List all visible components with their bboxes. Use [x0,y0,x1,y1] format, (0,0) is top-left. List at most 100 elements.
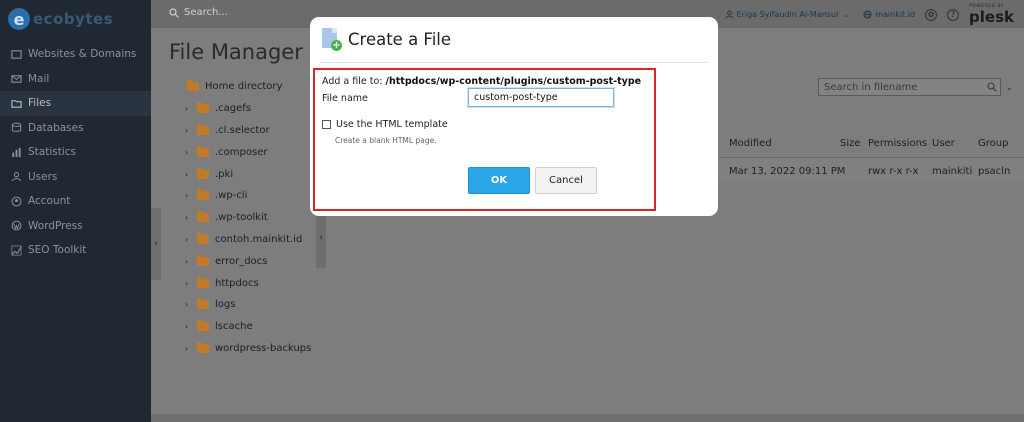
cell-modified: Mar 13, 2022 09:11 PM [729,166,846,177]
chevron-down-icon[interactable]: ⌄ [1006,83,1013,92]
folder-icon [197,298,209,310]
tree-item[interactable]: › wordpress-backups [175,338,350,360]
sidebar-item-label: WordPress [28,219,83,232]
global-search-placeholder: Search... [184,7,228,18]
user-icon [724,10,734,19]
dialog-title: Create a File [348,30,452,49]
sidebar-item-users[interactable]: Users [0,165,151,190]
folder-icon [197,276,209,288]
global-search[interactable]: Search... [169,7,228,18]
sidebar-item-label: Websites & Domains [28,48,137,61]
tree-item[interactable]: › logs [175,294,350,316]
sidebar-item-websites[interactable]: Websites & Domains [0,42,151,67]
chevron-down-icon: ⌄ [843,10,850,19]
file-search-input[interactable]: Search in filename [818,78,1001,96]
sidebar-item-label: Users [28,170,58,183]
chevron-right-icon[interactable]: › [185,322,197,331]
logo-mark: e [8,8,30,30]
tree-collapse-handle[interactable]: ‹ [316,208,326,268]
logo-text: ecobytes [33,10,114,28]
folder-icon [197,320,209,332]
folder-icon [197,102,209,114]
tree-item-label: .cagefs [215,103,252,115]
sidebar-item-files[interactable]: Files [0,91,151,116]
sidebar-item-label: Files [28,97,52,110]
user-icon [10,171,22,183]
tree-item-label: logs [215,299,236,311]
sidebar-item-databases[interactable]: Databases [0,116,151,141]
top-right-controls: Eriga Syifaudin Al-Mansur ⌄ mainkit.id ⚙… [724,4,1014,25]
chevron-right-icon[interactable]: › [185,344,197,353]
cell-user: mainkiti [932,166,973,177]
file-name-label: File name [322,93,368,104]
support-icon[interactable]: ⚙ [925,8,938,21]
folder-icon [197,189,209,201]
wordpress-icon [10,220,22,232]
search-icon [169,7,179,18]
sidebar-item-mail[interactable]: Mail [0,67,151,92]
cancel-button[interactable]: Cancel [535,167,597,194]
column-header-modified[interactable]: Modified [729,138,772,149]
user-name: Eriga Syifaudin Al-Mansur [736,10,840,20]
site-selector[interactable]: mainkit.id [863,10,915,19]
database-icon [10,122,22,134]
folder-icon [197,232,209,244]
dialog-header: + Create a File [310,17,718,62]
sidebar-item-label: SEO Toolkit [28,244,87,257]
account-icon [10,195,22,207]
html-template-hint: Create a blank HTML page. [335,136,437,145]
sidebar-item-wordpress[interactable]: WordPress [0,214,151,239]
file-search-placeholder: Search in filename [824,81,918,93]
folder-icon [187,80,199,92]
chevron-right-icon[interactable]: › [185,104,197,113]
chevron-right-icon[interactable]: › [185,191,197,200]
folder-icon [10,97,22,109]
search-icon[interactable] [987,82,997,92]
column-header-size[interactable]: Size [840,138,861,149]
tree-item-label: contoh.mainkit.id [215,233,303,245]
chevron-right-icon[interactable]: › [185,170,197,179]
sidebar-collapse-handle[interactable]: ‹ [151,208,161,280]
tree-item[interactable]: › httpdocs [175,272,350,294]
sidebar-item-label: Databases [28,121,84,134]
html-template-option[interactable]: Use the HTML template [322,119,448,130]
tree-item-label: Home directory [205,81,283,93]
globe-icon [863,10,872,19]
chevron-right-icon[interactable]: › [185,126,197,135]
tree-item-label: .wp-cli [215,190,248,202]
cell-group: psacln [978,166,1011,177]
seo-icon [10,244,22,256]
column-header-group[interactable]: Group [978,138,1008,149]
sidebar-item-seo-toolkit[interactable]: SEO Toolkit [0,238,151,263]
folder-icon [197,254,209,266]
chevron-right-icon[interactable]: › [185,148,197,157]
chevron-right-icon[interactable]: › [185,300,197,309]
sidebar-item-statistics[interactable]: Statistics [0,140,151,165]
page-title: File Manager [169,40,303,64]
file-name-input[interactable] [468,88,614,107]
chart-icon [10,146,22,158]
mail-icon [10,73,22,85]
column-header-permissions[interactable]: Permissions [868,138,927,149]
column-header-user[interactable]: User [932,138,955,149]
help-icon[interactable]: ? [947,8,960,21]
chevron-right-icon[interactable]: › [185,235,197,244]
tree-item-label: error_docs [215,255,268,267]
user-menu[interactable]: Eriga Syifaudin Al-Mansur ⌄ [724,10,850,20]
sidebar-nav: Websites & Domains Mail Files Databases … [0,42,151,263]
chevron-right-icon[interactable]: › [185,279,197,288]
chevron-right-icon[interactable]: › [185,213,197,222]
sidebar-item-account[interactable]: Account [0,189,151,214]
ok-button[interactable]: OK [468,167,530,194]
brand-logo[interactable]: e ecobytes [8,7,113,31]
tree-item-label: .pki [215,168,234,180]
add-file-path: Add a file to: /httpdocs/wp-content/plug… [322,76,641,87]
bottom-scrollbar[interactable] [151,414,1024,422]
plesk-logo: POWERED BY plesk [969,4,1014,25]
chevron-right-icon[interactable]: › [185,257,197,266]
html-template-label: Use the HTML template [336,119,448,130]
dialog-divider [320,62,708,63]
html-template-checkbox[interactable] [322,120,331,129]
tree-item-label: .composer [215,146,268,158]
tree-item[interactable]: › lscache [175,316,350,338]
